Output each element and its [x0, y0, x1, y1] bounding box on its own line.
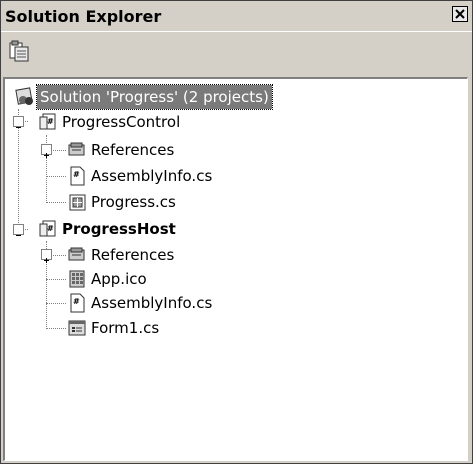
- ico-file-icon: [69, 270, 85, 288]
- tree-node-label: Solution 'Progress' (2 projects): [36, 84, 273, 110]
- tree-connector: [46, 202, 66, 204]
- close-button[interactable]: [452, 6, 468, 22]
- toolbar: [1, 31, 472, 75]
- minus-icon: [16, 235, 21, 236]
- tree-node-label: Form1.cs: [91, 319, 160, 337]
- tree-node-label: References: [91, 141, 175, 159]
- collapse-toggle[interactable]: [13, 224, 24, 236]
- user-control-icon: [69, 194, 86, 211]
- expand-toggle[interactable]: [41, 249, 52, 263]
- properties-icon: [9, 40, 29, 62]
- tree-connector: [46, 279, 66, 281]
- solution-icon: [15, 87, 33, 105]
- tree-node-label: Progress.cs: [91, 193, 176, 211]
- tree-connector: [46, 176, 66, 178]
- tree-node-label: AssemblyInfo.cs: [91, 294, 213, 312]
- cs-project-icon: #: [39, 113, 56, 130]
- window-title: Solution Explorer: [5, 7, 162, 26]
- solution-explorer-window: Solution Explorer Solution 'Progress' (2…: [0, 0, 473, 464]
- cs-project-icon: #: [39, 220, 56, 237]
- tree-connector: [46, 303, 66, 305]
- svg-text:#: #: [73, 170, 80, 179]
- tree-node-label: ProgressControl: [62, 113, 181, 131]
- form-icon: [68, 320, 86, 336]
- tree-node-label: ProgressHost: [62, 220, 176, 238]
- svg-text:#: #: [47, 224, 54, 233]
- tree-node-label: AssemblyInfo.cs: [91, 167, 213, 185]
- title-bar[interactable]: Solution Explorer: [1, 1, 472, 31]
- references-icon: [68, 247, 85, 261]
- cs-file-icon: #: [70, 293, 85, 313]
- expand-toggle[interactable]: [41, 144, 52, 158]
- references-icon: [68, 142, 85, 156]
- tree-connector: [46, 328, 66, 330]
- svg-text:#: #: [73, 297, 80, 306]
- collapse-toggle[interactable]: [13, 116, 24, 128]
- plus-icon: [44, 258, 49, 263]
- minus-icon: [16, 127, 21, 128]
- cs-file-icon: #: [70, 166, 85, 186]
- properties-button[interactable]: [7, 40, 31, 64]
- tree-node-label: References: [91, 246, 175, 264]
- plus-icon: [44, 153, 49, 158]
- svg-text:#: #: [47, 117, 54, 126]
- solution-tree: Solution 'Progress' (2 projects) # Progr…: [3, 77, 468, 461]
- tree-node-label: App.ico: [91, 270, 147, 288]
- close-icon: [455, 9, 465, 19]
